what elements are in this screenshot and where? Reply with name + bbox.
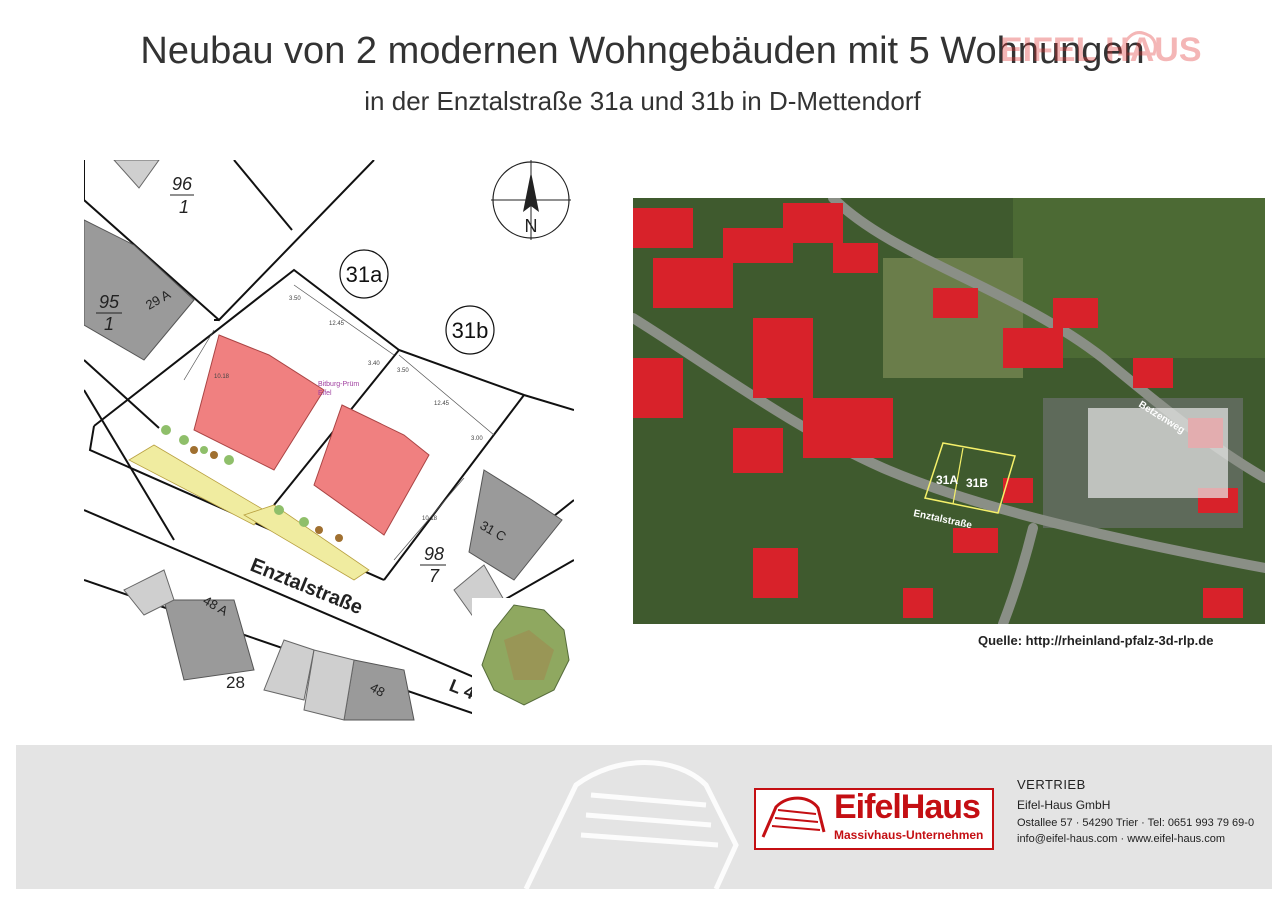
dim-a2: 12.45 [329,321,345,327]
parcel-95-label: 95 [99,292,120,312]
watermark-logo-text: EIFEL HAUS [1000,31,1202,69]
contact-block: VERTRIEB Eifel-Haus GmbH Ostallee 57 · 5… [1017,777,1254,849]
site-plan: 3.50 12.45 3.40 10.18 3.50 12.45 3.00 10… [84,160,574,724]
dim-b2: 12.45 [434,401,450,407]
brand-name: EifelHaus [834,788,981,826]
bull-watermark-icon [523,760,739,889]
location-map-inset [472,598,574,724]
parcel-96-sub: 1 [179,197,189,217]
north-letter: N [525,216,538,236]
parcel-98-label: 98 [424,544,444,564]
dim-a3: 3.40 [368,361,380,367]
parcel-95-sub: 1 [104,314,114,334]
aerial-photo: 31A 31B Enztalstraße Betzenweg [633,198,1265,624]
dim-b1: 3.50 [397,368,409,374]
brand-logo[interactable]: EifelHaus Massivhaus-Unternehmen [754,788,994,850]
watermark-logo: EIFEL HAUS [1000,24,1262,70]
number-28: 28 [226,673,245,692]
district-text: Bitburg-Prüm [318,381,359,388]
image-source: Quelle: http://rheinland-pfalz-3d-rlp.de [978,633,1214,648]
dim-a4: 10.18 [214,374,230,380]
dim-a1: 3.50 [289,296,301,302]
section-label: VERTRIEB [1017,777,1086,792]
parcel-96-label: 96 [172,174,193,194]
aerial-label-31a: 31A [936,473,958,487]
company-contact[interactable]: info@eifel-haus.com · www.eifel-haus.com [1017,833,1254,845]
district-text-2: Eifel [318,390,332,397]
label-31b: 31b [452,318,489,343]
dim-b4: 10.18 [422,516,438,522]
bull-logo-icon [761,796,826,838]
footer: EifelHaus Massivhaus-Unternehmen VERTRIE… [16,745,1272,889]
page-subtitle: in der Enztalstraße 31a und 31b in D-Met… [364,86,921,116]
dim-b3: 3.00 [471,436,483,442]
company-name: Eifel-Haus GmbH [1017,798,1111,812]
parcel-98-sub: 7 [429,566,440,586]
label-31a: 31a [346,262,383,287]
aerial-label-31b: 31B [966,476,988,490]
company-address: Ostallee 57 · 54290 Trier · Tel: 0651 99… [1017,817,1255,829]
brand-tagline: Massivhaus-Unternehmen [834,828,984,842]
